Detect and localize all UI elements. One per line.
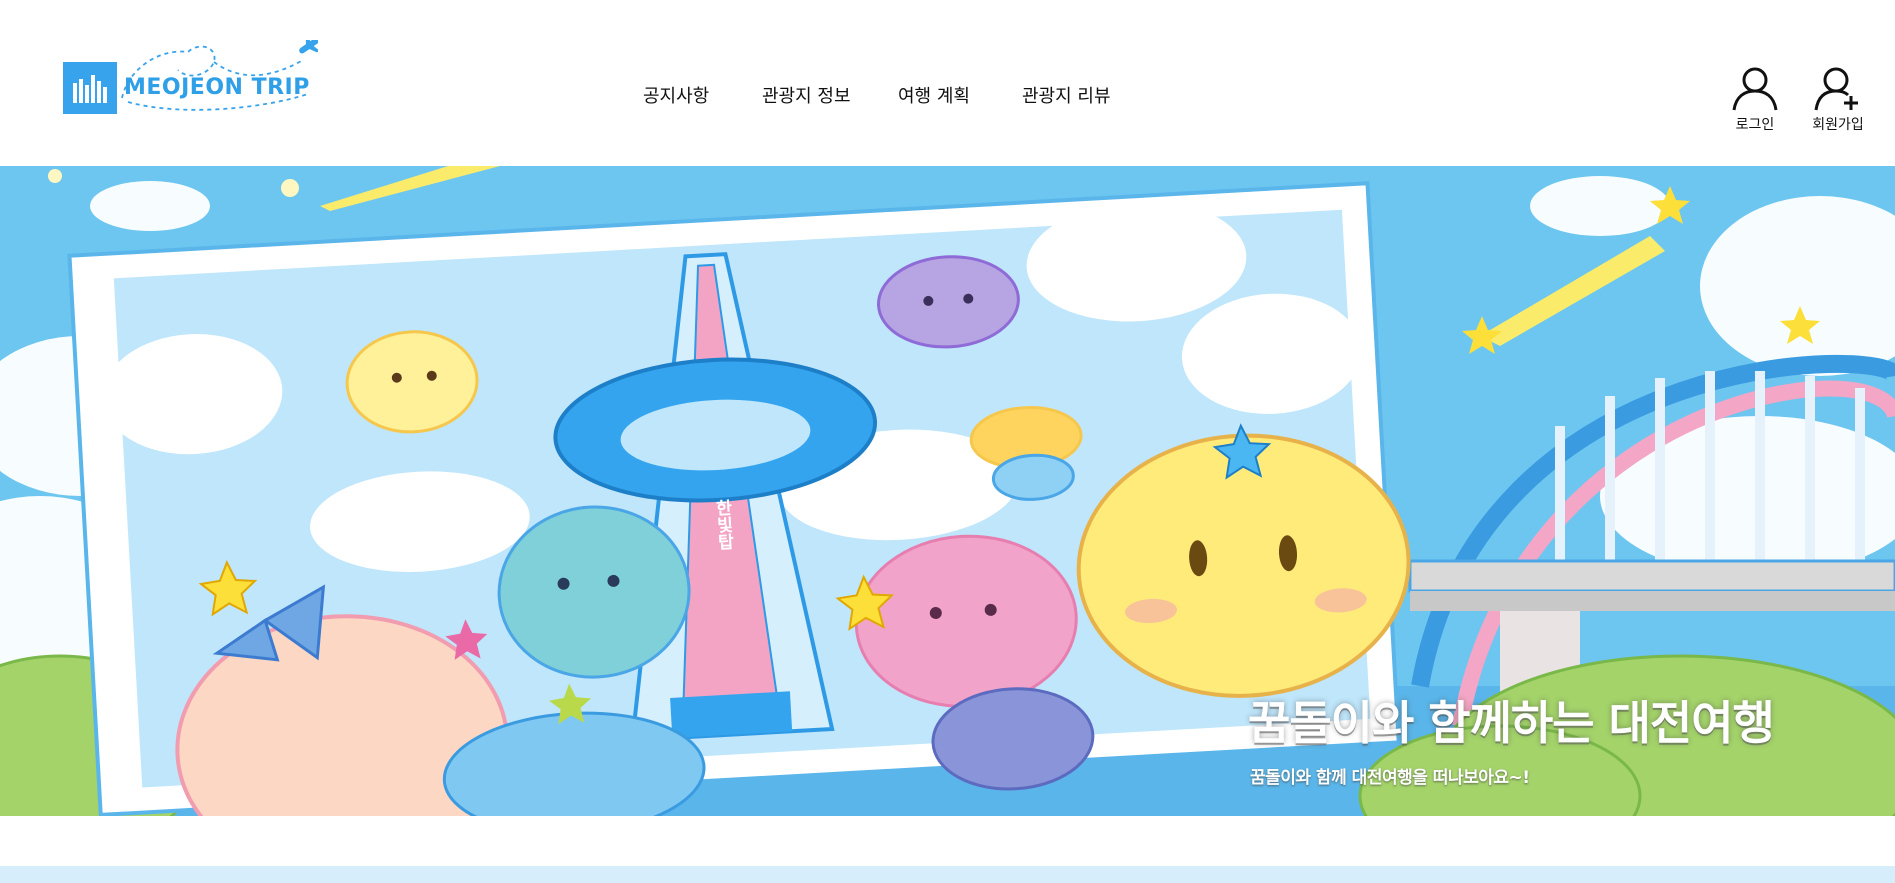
signup-label: 회원가입 xyxy=(1812,117,1864,133)
user-plus-icon xyxy=(1814,67,1858,111)
nav-trip-plan[interactable]: 여행 계획 xyxy=(898,80,970,110)
logo-mark xyxy=(63,62,117,114)
tower-sign-text: 한빛탑 xyxy=(711,499,734,551)
site-logo[interactable]: MEOJEON TRIP xyxy=(58,40,318,120)
hero-subtitle: 꿈돌이와 함께 대전여행을 떠나보아요~! xyxy=(1250,768,1530,788)
nav-notice[interactable]: 공지사항 xyxy=(643,80,709,110)
user-icon xyxy=(1732,67,1778,111)
logo-text: MEOJEON TRIP xyxy=(124,75,310,100)
nav-attraction-info[interactable]: 관광지 정보 xyxy=(762,80,851,110)
login-label: 로그인 xyxy=(1735,117,1775,133)
hero-banner: 한빛탑 꿈돌이와 함께하는 대전여행 꿈돌이와 함께 대전여행을 떠나보아요~! xyxy=(0,166,1895,816)
signup-button[interactable]: 회원가입 xyxy=(1803,66,1873,134)
nav-attraction-review[interactable]: 관광지 리뷰 xyxy=(1022,80,1111,110)
user-actions: 로그인 회원가입 xyxy=(1720,66,1890,136)
section-strip xyxy=(0,866,1895,883)
content-spacer xyxy=(0,816,1895,866)
login-button[interactable]: 로그인 xyxy=(1720,66,1790,134)
site-header: MEOJEON TRIP 공지사항 관광지 정보 여행 계획 관광지 리뷰 로그… xyxy=(0,0,1895,166)
hero-title: 꿈돌이와 함께하는 대전여행 xyxy=(1248,695,1775,750)
